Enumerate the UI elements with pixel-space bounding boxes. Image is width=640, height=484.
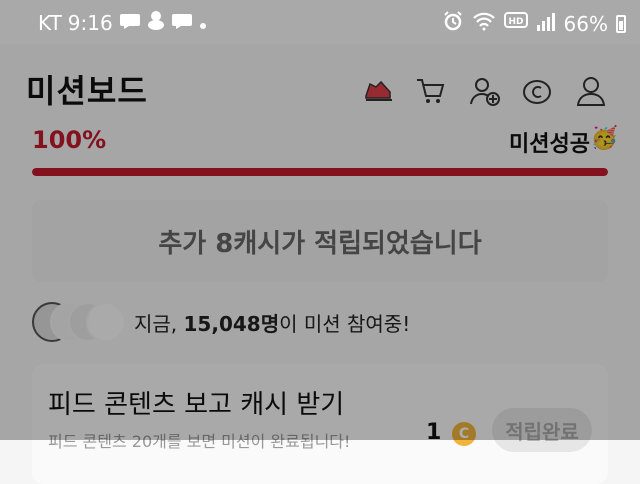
reward-amount: 1 xyxy=(426,420,442,445)
signal-icon xyxy=(536,12,556,36)
wifi-icon xyxy=(472,11,496,36)
copyright-coin-icon[interactable] xyxy=(520,74,554,108)
status-left: KT 9:16 xyxy=(38,10,207,35)
participants-prefix: 지금, xyxy=(134,311,184,336)
status-right: HD 66% xyxy=(442,10,626,37)
avatar-group xyxy=(32,302,128,342)
progress-percent: 100% xyxy=(32,126,107,154)
profile-icon[interactable] xyxy=(574,74,608,108)
clock: 9:16 xyxy=(67,10,113,35)
claim-complete-button[interactable]: 적립완료 xyxy=(492,408,592,452)
mission-content: 100% 미션성공 🥳 추가 8캐시가 적립되었습니다 지금, 15,048명이… xyxy=(0,120,640,484)
notification-duck-icon xyxy=(147,10,165,35)
notification-talk-icon xyxy=(119,11,141,35)
add-user-icon[interactable] xyxy=(468,74,502,108)
hd-label: HD xyxy=(508,17,523,27)
task-title: 피드 콘텐츠 보고 캐시 받기 xyxy=(48,390,345,420)
participants-suffix: 이 미션 참여중! xyxy=(279,311,411,336)
coin-icon: C xyxy=(452,422,476,446)
notification-dot-icon xyxy=(199,11,207,35)
status-bar: KT 9:16 HD 66% xyxy=(0,0,640,44)
party-face-icon: 🥳 xyxy=(590,126,618,151)
page-title: 미션보드 xyxy=(26,72,148,110)
battery-percent: 66% xyxy=(563,11,608,36)
battery-icon xyxy=(616,14,626,33)
alarm-icon xyxy=(442,10,464,37)
participants-row: 지금, 15,048명이 미션 참여중! xyxy=(32,302,410,342)
reward-banner: 추가 8캐시가 적립되었습니다 xyxy=(32,200,608,282)
avatar xyxy=(86,302,126,342)
hd-voice-icon: HD xyxy=(503,11,528,36)
participants-text: 지금, 15,048명이 미션 참여중! xyxy=(134,308,410,337)
progress-track xyxy=(32,168,608,176)
shoe-icon[interactable] xyxy=(362,74,396,108)
participants-count: 15,048명 xyxy=(183,311,280,336)
task-subtitle: 피드 콘텐츠 20개를 보면 미션이 완료됩니다! xyxy=(48,432,351,451)
task-card[interactable]: 피드 콘텐츠 보고 캐시 받기 피드 콘텐츠 20개를 보면 미션이 완료됩니다… xyxy=(32,364,608,484)
notification-talk-icon-2 xyxy=(171,11,193,35)
progress-fill xyxy=(32,168,608,176)
cart-icon[interactable] xyxy=(414,74,448,108)
carrier-label: KT xyxy=(38,10,62,35)
mission-status-label: 미션성공 xyxy=(509,132,590,157)
